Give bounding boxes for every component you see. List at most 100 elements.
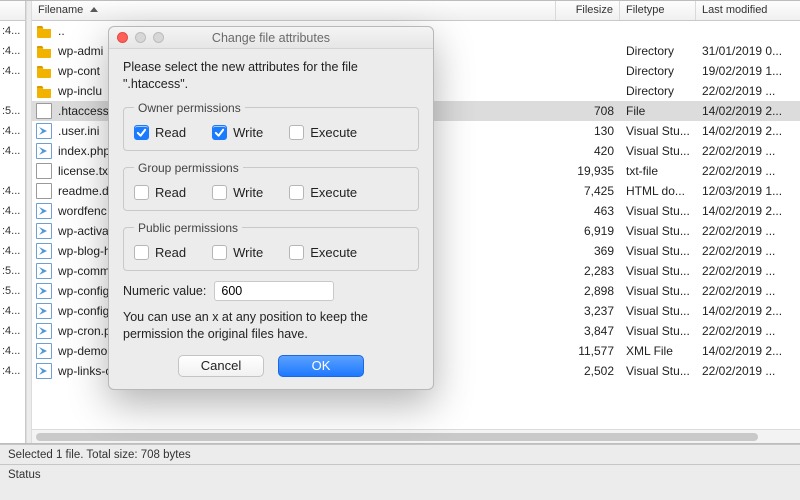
column-filename[interactable]: Filename — [32, 1, 556, 20]
file-name: wp-inclu — [58, 81, 102, 101]
column-filesize[interactable]: Filesize — [556, 1, 620, 20]
owner-exec-checkbox[interactable]: Execute — [289, 125, 357, 140]
left-row[interactable] — [0, 81, 25, 101]
file-modified: 22/02/2019 ... — [696, 221, 800, 241]
owner-write-checkbox[interactable]: Write — [212, 125, 263, 140]
ok-button[interactable]: OK — [278, 355, 364, 377]
selection-status: Selected 1 file. Total size: 708 bytes — [0, 444, 800, 464]
file-icon — [36, 183, 52, 199]
checkbox-icon — [134, 245, 149, 260]
left-row[interactable]: :4... — [0, 321, 25, 341]
file-size: 3,237 — [556, 301, 620, 321]
file-type: Visual Stu... — [620, 301, 696, 321]
checkbox-icon — [134, 185, 149, 200]
left-row[interactable]: :4... — [0, 21, 25, 41]
left-row[interactable]: :4... — [0, 41, 25, 61]
numeric-value-input[interactable] — [214, 281, 334, 301]
horizontal-scrollbar[interactable] — [32, 429, 800, 443]
checkbox-label: Write — [233, 245, 263, 260]
scrollbar-thumb[interactable] — [36, 433, 758, 441]
file-modified: 12/03/2019 1... — [696, 181, 800, 201]
file-name: .. — [58, 21, 65, 41]
checkbox-label: Execute — [310, 125, 357, 140]
zoom-icon — [153, 32, 164, 43]
file-name: wp-comm — [58, 261, 110, 281]
minimize-icon — [135, 32, 146, 43]
file-size — [556, 81, 620, 101]
public-read-checkbox[interactable]: Read — [134, 245, 186, 260]
file-type: Directory — [620, 81, 696, 101]
left-row[interactable]: :4... — [0, 201, 25, 221]
public-write-checkbox[interactable]: Write — [212, 245, 263, 260]
file-type: Visual Stu... — [620, 121, 696, 141]
column-lastmodified[interactable]: Last modified — [696, 1, 800, 20]
code-file-icon — [36, 323, 52, 339]
file-size — [556, 61, 620, 81]
file-modified: 22/02/2019 ... — [696, 281, 800, 301]
folder-icon — [36, 23, 52, 39]
group-exec-checkbox[interactable]: Execute — [289, 185, 357, 200]
left-row[interactable]: :5... — [0, 281, 25, 301]
file-icon — [36, 163, 52, 179]
left-row[interactable]: :4... — [0, 141, 25, 161]
file-type: Visual Stu... — [620, 241, 696, 261]
group-read-checkbox[interactable]: Read — [134, 185, 186, 200]
left-row[interactable]: :5... — [0, 261, 25, 281]
file-modified: 22/02/2019 ... — [696, 321, 800, 341]
file-name: wp-admi — [58, 41, 103, 61]
public-exec-checkbox[interactable]: Execute — [289, 245, 357, 260]
file-name: wordfenc — [58, 201, 107, 221]
code-file-icon — [36, 263, 52, 279]
left-row[interactable]: :4... — [0, 121, 25, 141]
checkbox-label: Read — [155, 245, 186, 260]
folder-icon — [36, 63, 52, 79]
left-row[interactable]: :4... — [0, 221, 25, 241]
file-modified: 19/02/2019 1... — [696, 61, 800, 81]
checkbox-icon — [212, 245, 227, 260]
left-row[interactable]: :5... — [0, 101, 25, 121]
file-size: 130 — [556, 121, 620, 141]
left-row[interactable]: :4... — [0, 361, 25, 381]
column-filetype[interactable]: Filetype — [620, 1, 696, 20]
left-row[interactable]: :4... — [0, 241, 25, 261]
checkbox-label: Execute — [310, 185, 357, 200]
file-name: wp-activa — [58, 221, 109, 241]
close-icon[interactable] — [117, 32, 128, 43]
file-modified: 22/02/2019 ... — [696, 261, 800, 281]
file-type: Directory — [620, 41, 696, 61]
file-modified: 22/02/2019 ... — [696, 241, 800, 261]
dialog-titlebar[interactable]: Change file attributes — [109, 27, 433, 49]
code-file-icon — [36, 203, 52, 219]
code-file-icon — [36, 123, 52, 139]
file-size: 11,577 — [556, 341, 620, 361]
left-row[interactable]: :4... — [0, 61, 25, 81]
cancel-button[interactable]: Cancel — [178, 355, 264, 377]
left-row[interactable]: :4... — [0, 181, 25, 201]
file-size: 7,425 — [556, 181, 620, 201]
file-type: txt-file — [620, 161, 696, 181]
file-type: Visual Stu... — [620, 201, 696, 221]
file-modified: 14/02/2019 2... — [696, 301, 800, 321]
folder-icon — [36, 83, 52, 99]
left-row[interactable]: :4... — [0, 341, 25, 361]
owner-read-checkbox[interactable]: Read — [134, 125, 186, 140]
owner-permissions-label: Owner permissions — [134, 101, 245, 115]
left-row[interactable] — [0, 161, 25, 181]
file-modified: 14/02/2019 2... — [696, 101, 800, 121]
file-size: 6,919 — [556, 221, 620, 241]
left-row[interactable]: :4... — [0, 301, 25, 321]
change-attributes-dialog: Change file attributes Please select the… — [108, 26, 434, 390]
dialog-hint: You can use an x at any position to keep… — [123, 309, 419, 343]
file-name: wp-config — [58, 301, 109, 321]
file-name: wp-cron.p — [58, 321, 111, 341]
checkbox-icon — [289, 185, 304, 200]
file-modified — [696, 21, 800, 41]
checkbox-icon — [212, 185, 227, 200]
file-modified: 14/02/2019 2... — [696, 121, 800, 141]
checkbox-icon — [212, 125, 227, 140]
file-modified: 22/02/2019 ... — [696, 161, 800, 181]
group-write-checkbox[interactable]: Write — [212, 185, 263, 200]
owner-permissions-group: Owner permissions Read Write Execute — [123, 101, 419, 151]
checkbox-label: Read — [155, 185, 186, 200]
file-size: 2,283 — [556, 261, 620, 281]
